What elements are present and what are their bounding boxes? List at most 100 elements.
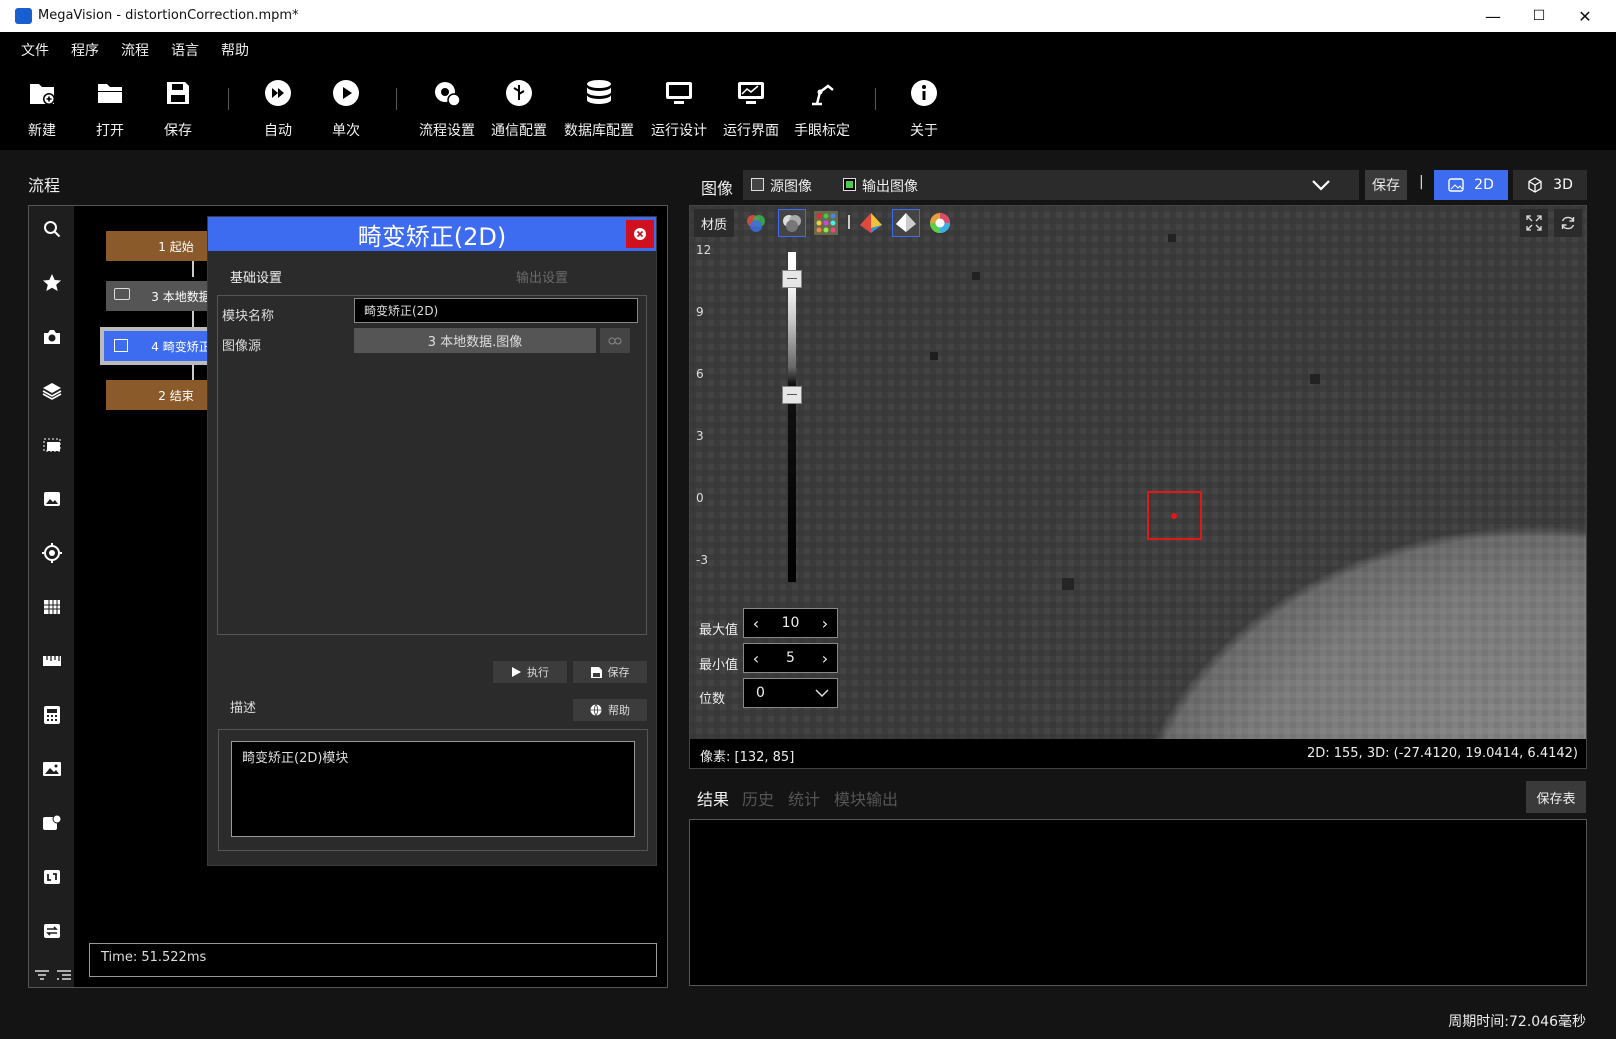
auto-run-button[interactable]: 自动	[242, 78, 314, 140]
toolbar: 新建 打开 保存 自动 单次 流程设置 通信配置 数据库配置 运行设计 运行界面…	[0, 68, 1616, 148]
hand-eye-button[interactable]: 手眼标定	[786, 78, 858, 140]
robot-arm-icon	[807, 78, 837, 108]
image-source-select[interactable]: 3 本地数据.图像	[354, 328, 596, 353]
digits-select[interactable]: 0	[743, 678, 838, 708]
link-button[interactable]	[600, 328, 630, 353]
picture-icon[interactable]	[29, 754, 74, 784]
tab-output-settings[interactable]: 输出设置	[516, 267, 568, 286]
comm-config-button[interactable]: 通信配置	[483, 78, 555, 140]
image-save-button[interactable]: 保存	[1365, 170, 1407, 200]
run-ui-button[interactable]: 运行界面	[715, 78, 787, 140]
dialog-close-button[interactable]	[626, 220, 654, 248]
out-image-checkbox[interactable]	[843, 178, 856, 191]
selection-marker[interactable]	[1147, 491, 1202, 540]
flow-node-label: 2 结束	[158, 388, 194, 403]
min-value-stepper[interactable]: ‹ 5 ›	[743, 643, 838, 673]
time-display: Time: 51.522ms	[89, 943, 657, 977]
image-viewer[interactable]: 材质 12 9 6 3 0 -3 最大值 ‹ 10 › 最小值 ‹ 5 › 位数 0 像…	[689, 205, 1587, 769]
star-icon[interactable]	[29, 268, 74, 298]
dialog-header[interactable]: 畸变矫正(2D)	[208, 217, 656, 251]
status-bar: 周期时间:72.046毫秒	[0, 1005, 1616, 1039]
save-table-button[interactable]: 保存表	[1526, 781, 1586, 813]
gray-pyramid-icon[interactable]	[892, 209, 920, 237]
chevron-left-icon[interactable]: ‹	[744, 614, 768, 633]
chevron-right-icon[interactable]: ›	[813, 649, 837, 668]
module-name-field[interactable]: 畸变矫正(2D)	[354, 298, 638, 323]
filter-icon[interactable]	[32, 966, 52, 984]
mode-3d-button[interactable]: 3D	[1513, 170, 1587, 200]
about-button[interactable]: 关于	[888, 78, 960, 140]
chevron-left-icon[interactable]: ‹	[744, 649, 768, 668]
flow-settings-button[interactable]: 流程设置	[411, 78, 483, 140]
scale-max-handle[interactable]	[782, 270, 802, 288]
link-icon	[608, 337, 622, 344]
scale-min-handle[interactable]	[782, 386, 802, 404]
rgb-channels-icon[interactable]	[744, 211, 768, 235]
close-window-button[interactable]: ✕	[1562, 0, 1608, 32]
db-config-button[interactable]: 数据库配置	[563, 78, 635, 140]
usb-icon	[504, 78, 534, 108]
pixel-coordinate: 像素: [132, 85]	[700, 750, 795, 765]
new-button[interactable]: 新建	[6, 78, 78, 140]
save-module-button[interactable]: 保存	[573, 661, 647, 683]
minimize-button[interactable]: —	[1470, 0, 1516, 32]
calculator-icon[interactable]	[29, 700, 74, 730]
color-wheel-icon[interactable]	[928, 211, 952, 235]
layers-icon[interactable]	[29, 376, 74, 406]
max-value: 10	[781, 615, 800, 631]
tab-module-output[interactable]: 模块输出	[834, 786, 898, 810]
single-run-button[interactable]: 单次	[310, 78, 382, 140]
menu-help[interactable]: 帮助	[210, 40, 260, 60]
help-button[interactable]: 帮助	[573, 699, 647, 721]
title-bar: MegaVision - distortionCorrection.mpm* —…	[0, 0, 1616, 32]
target-icon[interactable]	[29, 538, 74, 568]
cube-icon	[1528, 177, 1542, 193]
tab-result[interactable]: 结果	[697, 786, 729, 810]
loop-icon[interactable]	[29, 862, 74, 892]
flow-panel-title: 流程	[28, 176, 61, 195]
tab-statistics[interactable]: 统计	[788, 786, 820, 810]
grid-icon[interactable]	[29, 592, 74, 622]
tab-basic-settings[interactable]: 基础设置	[230, 267, 282, 286]
open-button[interactable]: 打开	[74, 78, 146, 140]
scale-tick: 6	[696, 367, 704, 381]
color-pyramid-icon[interactable]	[858, 211, 884, 235]
execute-button[interactable]: 执行	[493, 661, 567, 683]
save-button[interactable]: 保存	[142, 78, 214, 140]
toolbar-divider	[396, 88, 397, 110]
max-value-stepper[interactable]: ‹ 10 ›	[743, 608, 838, 638]
color-grid-icon[interactable]	[814, 211, 838, 235]
image-edit-icon[interactable]	[29, 484, 74, 514]
menu-flow[interactable]: 流程	[110, 40, 160, 60]
description-text[interactable]: 畸变矫正(2D)模块	[231, 741, 635, 837]
gray-channels-icon[interactable]	[778, 209, 806, 237]
list-icon[interactable]	[54, 966, 74, 984]
save-label: 保存	[164, 123, 192, 139]
folder-icon	[114, 288, 130, 300]
swap-icon[interactable]	[29, 916, 74, 946]
fullscreen-button[interactable]	[1520, 209, 1548, 237]
camera-icon[interactable]	[29, 322, 74, 352]
image-icon	[1448, 178, 1464, 192]
menu-file[interactable]: 文件	[10, 40, 60, 60]
tool-sidebar	[29, 206, 74, 987]
maximize-button[interactable]: ☐	[1516, 0, 1562, 32]
chevron-right-icon[interactable]: ›	[813, 614, 837, 633]
image-clock-icon[interactable]	[29, 808, 74, 838]
reset-view-button[interactable]	[1554, 209, 1582, 237]
src-image-checkbox[interactable]	[751, 178, 764, 191]
ruler-icon[interactable]	[29, 646, 74, 676]
max-value-label: 最大值	[699, 623, 739, 638]
save-icon	[163, 78, 193, 108]
image-source-dropdown[interactable]: 源图像 输出图像	[743, 170, 1359, 200]
flow-node-label: 1 起始	[158, 239, 194, 254]
search-icon[interactable]	[29, 214, 74, 244]
roi-icon[interactable]	[29, 430, 74, 460]
menu-language[interactable]: 语言	[160, 40, 210, 60]
mode-2d-button[interactable]: 2D	[1434, 170, 1508, 200]
menu-program[interactable]: 程序	[60, 40, 110, 60]
app-logo-icon	[15, 8, 32, 24]
result-table[interactable]	[689, 819, 1587, 986]
tab-history[interactable]: 历史	[742, 786, 774, 810]
run-design-button[interactable]: 运行设计	[643, 78, 715, 140]
